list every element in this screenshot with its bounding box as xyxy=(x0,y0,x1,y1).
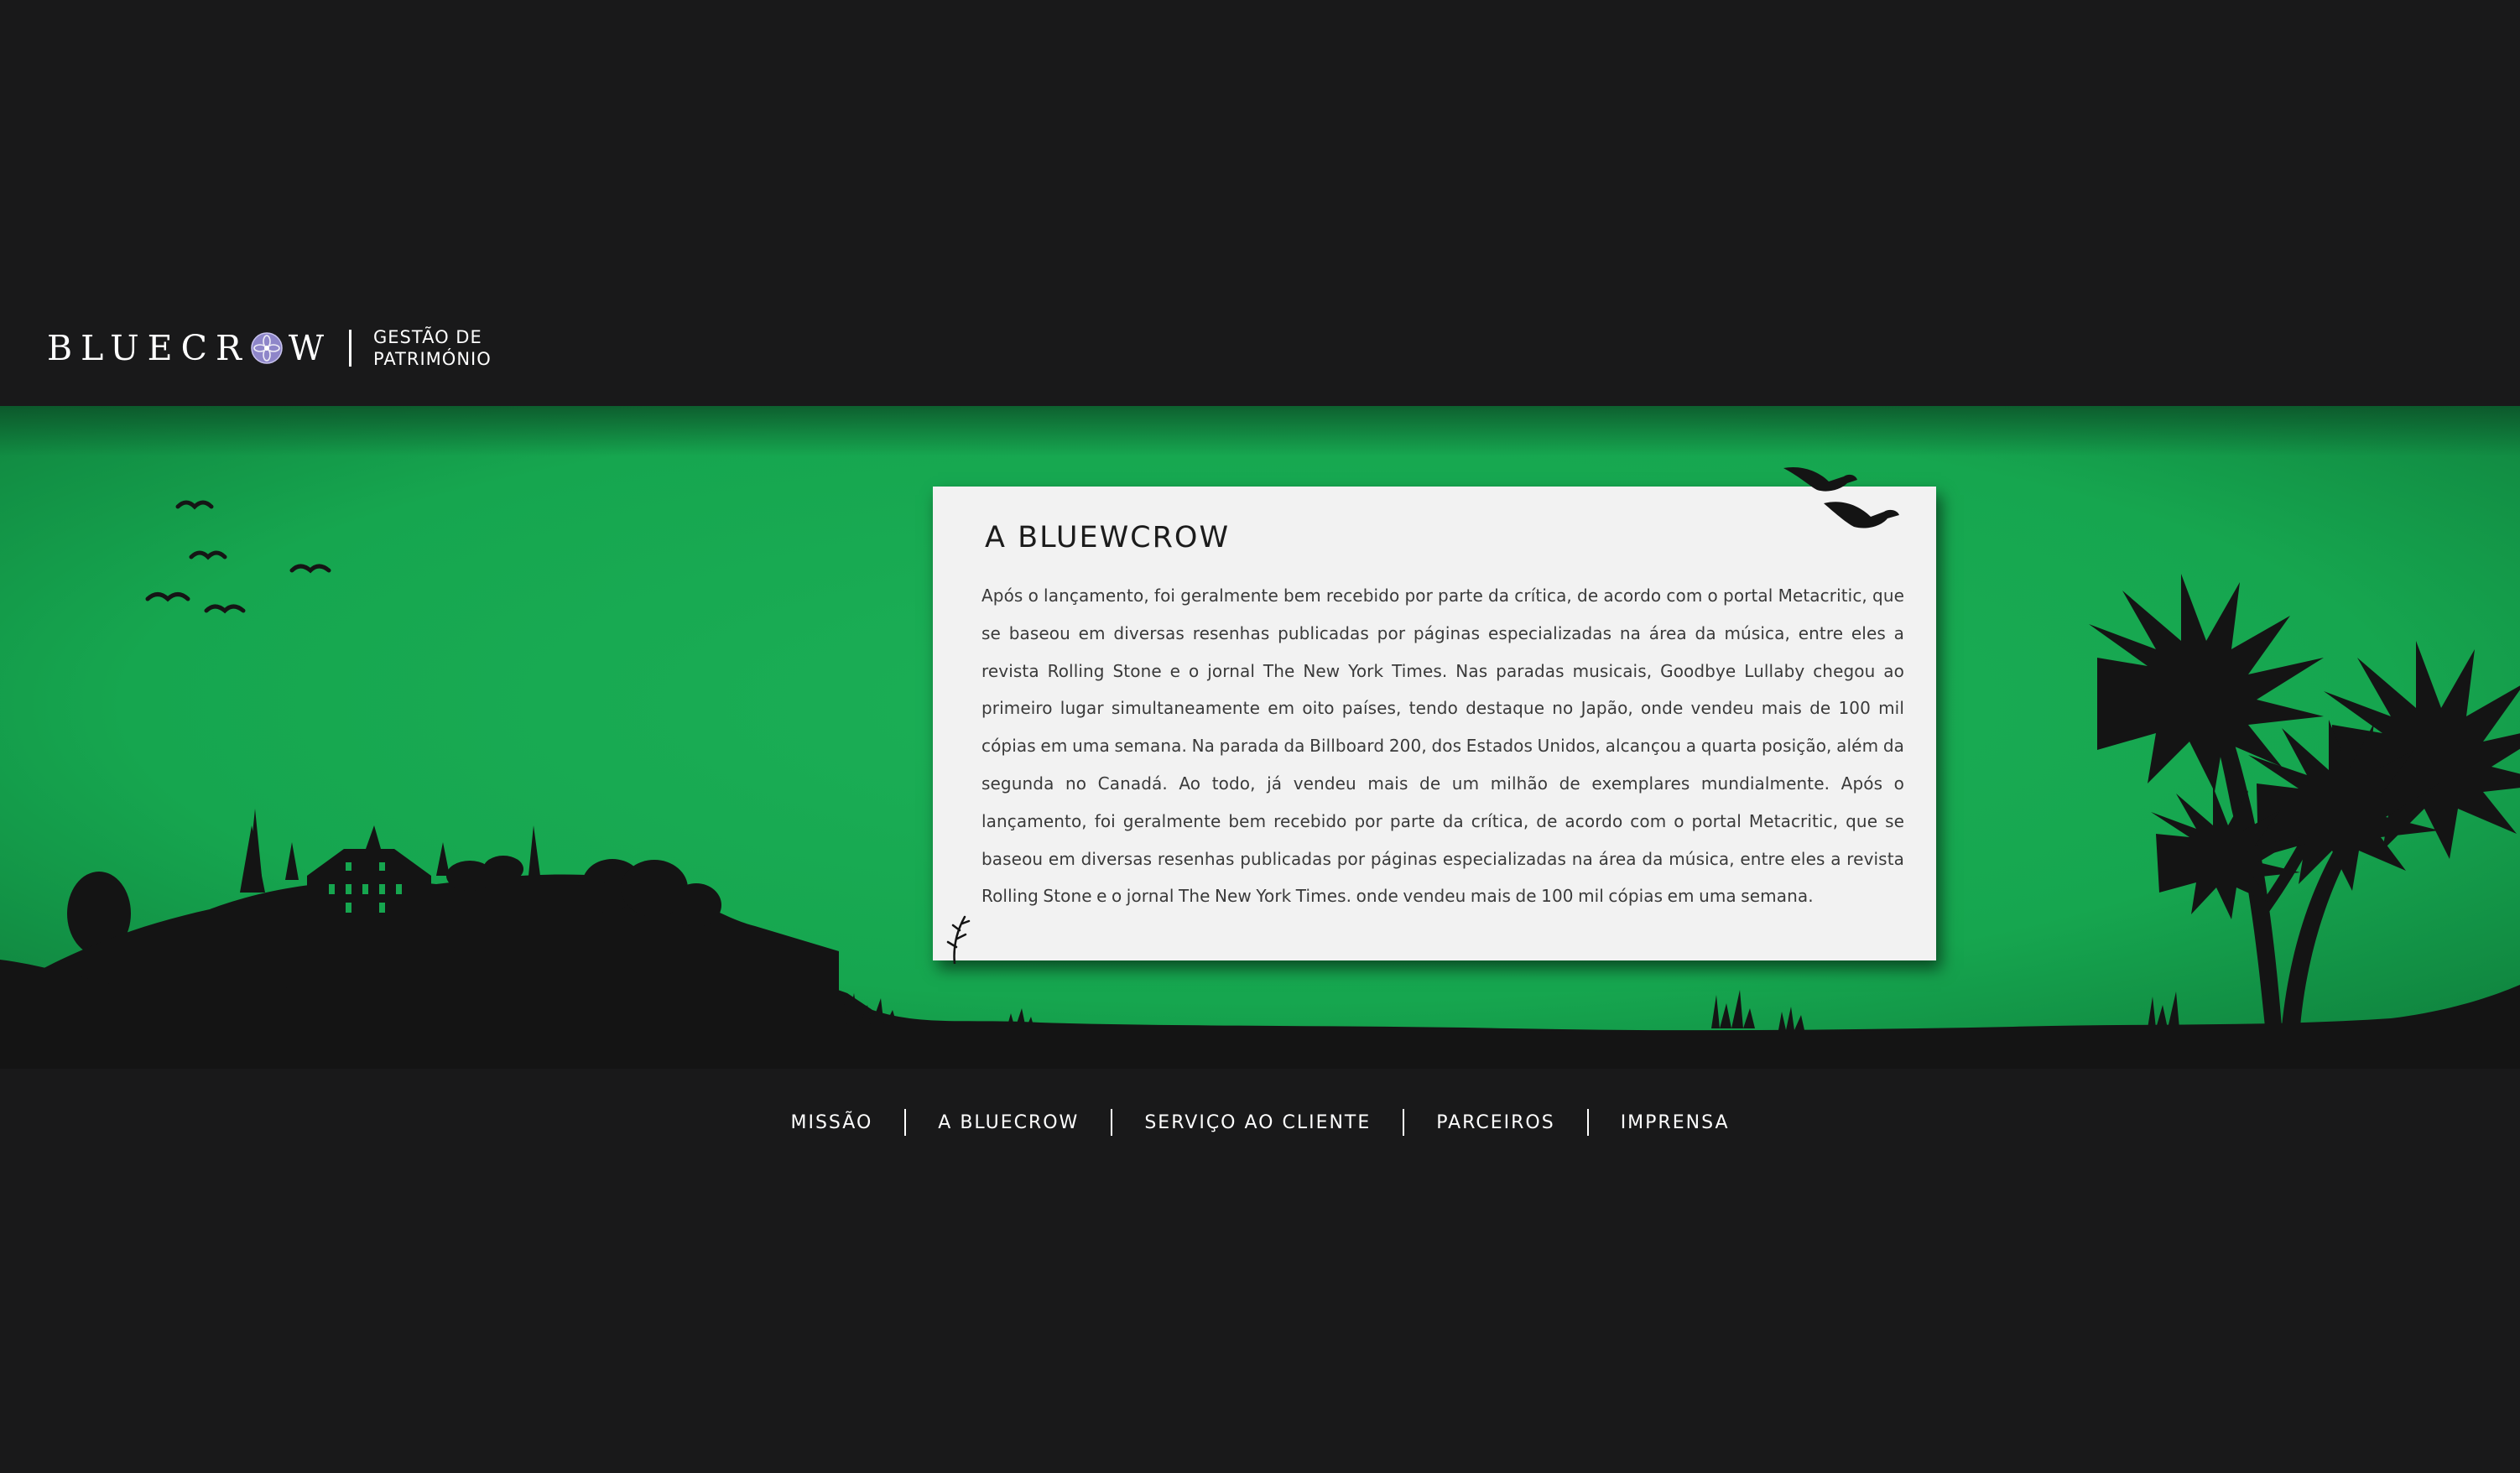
bluecrow-logo[interactable]: BLUEC R W GESTÃO DE PATRIMÓNIO xyxy=(47,327,492,369)
logo-text-part3: W xyxy=(288,327,332,368)
nav-link-a-bluecrow[interactable]: A BLUECROW xyxy=(906,1112,1111,1133)
tagline-line1: GESTÃO DE xyxy=(373,327,482,347)
card-title: A BLUEWCROW xyxy=(985,521,1231,554)
logo-tagline: GESTÃO DE PATRIMÓNIO xyxy=(373,326,492,370)
nav-link-parceiros[interactable]: PARCEIROS xyxy=(1404,1112,1586,1133)
logo-divider xyxy=(349,330,351,367)
tagline-line2: PATRIMÓNIO xyxy=(373,349,492,369)
logo-text-part2: R xyxy=(215,327,250,368)
about-card: A BLUEWCROW Após o lançamento, foi geral… xyxy=(933,466,1936,964)
logo-text-part1: BLUEC xyxy=(47,327,216,368)
weed-icon xyxy=(946,915,971,964)
nav-link-servico-ao-cliente[interactable]: SERVIÇO AO CLIENTE xyxy=(1112,1112,1403,1133)
flower-emblem-icon xyxy=(251,332,283,364)
card-body-text: Após o lançamento, foi geralmente bem re… xyxy=(981,586,1904,907)
nav-link-imprensa[interactable]: IMPRENSA xyxy=(1589,1112,1762,1133)
nav-link-missao[interactable]: MISSÃO xyxy=(759,1112,905,1133)
crow-birds-icon xyxy=(1783,466,1899,528)
page: BLUEC R W GESTÃO DE PATRIMÓNIO A BLUEWCR… xyxy=(0,0,2520,1473)
logo-wordmark: BLUEC R W xyxy=(47,331,332,366)
footer-nav: MISSÃO A BLUECROW SERVIÇO AO CLIENTE PAR… xyxy=(0,1106,2520,1139)
sky-top-shade xyxy=(0,406,2520,456)
